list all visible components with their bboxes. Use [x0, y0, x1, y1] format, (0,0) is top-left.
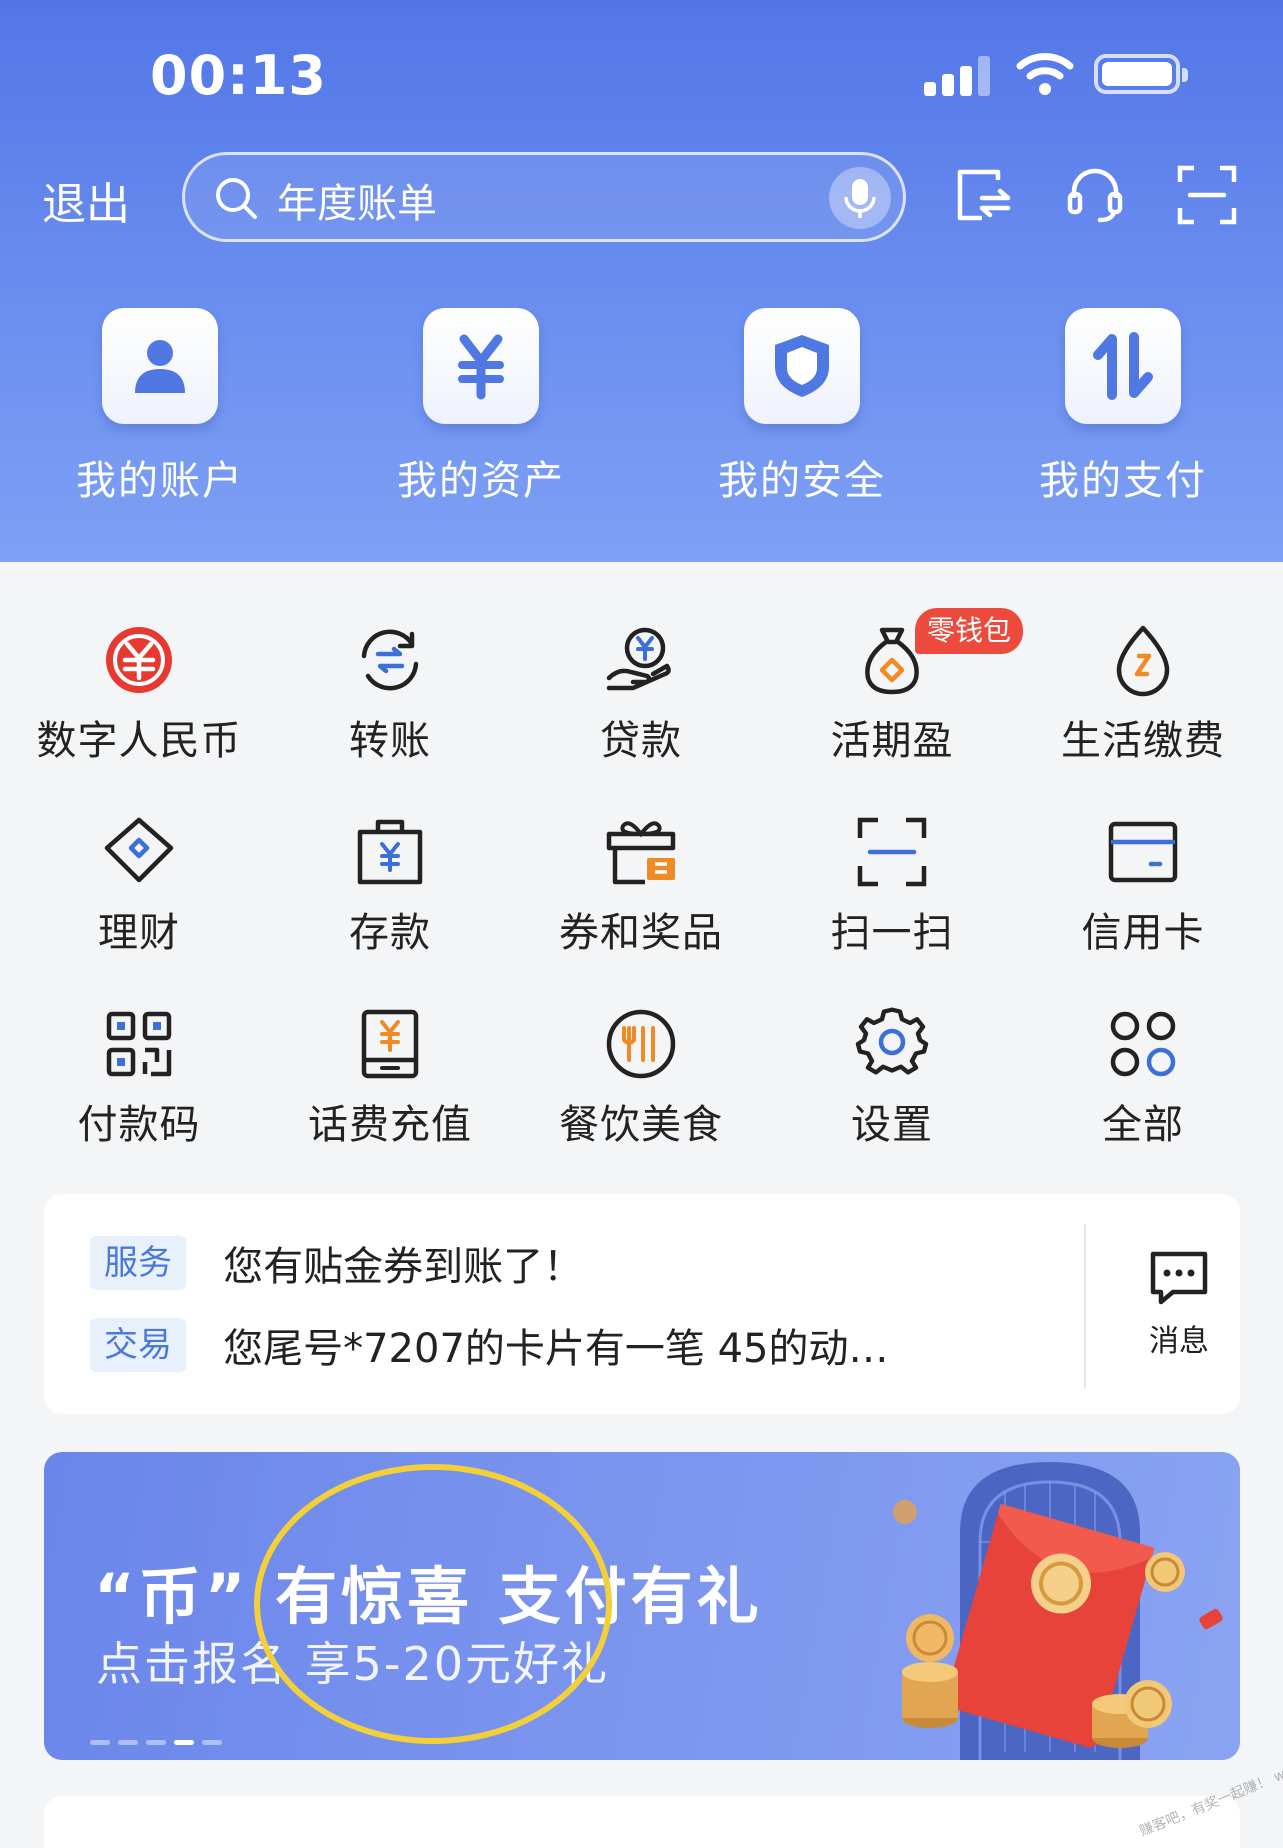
message-icon	[1150, 1251, 1208, 1305]
notice-text: 您有贴金券到账了！	[223, 1244, 584, 1290]
search-input[interactable]: 年度账单	[277, 171, 437, 229]
deposit-icon	[357, 819, 423, 885]
shield-icon	[775, 335, 829, 397]
cellular-signal-icon	[924, 56, 994, 96]
notice-row-transaction[interactable]: 交易 您尾号*7207的卡片有一笔 45的动…	[90, 1316, 889, 1372]
grid-item-coupons[interactable]: 券和奖品	[516, 814, 766, 958]
status-bar: 00:13	[0, 0, 1283, 150]
battery-icon	[1094, 54, 1188, 94]
transfer-arrows-icon	[1093, 332, 1153, 400]
quick-item-my-security[interactable]: 我的安全	[692, 308, 912, 506]
grid-item-all[interactable]: 全部	[1018, 1006, 1268, 1150]
header: 00:13 退出 年度账单 我的账户 我的资产 我的安全 我的支付	[0, 0, 1283, 562]
messages-button[interactable]: 消息	[1124, 1248, 1234, 1360]
grid-item-deposit[interactable]: 存款	[265, 814, 515, 958]
notice-card[interactable]: 服务 您有贴金券到账了！ 交易 您尾号*7207的卡片有一笔 45的动… 消息	[44, 1194, 1240, 1414]
grid-item-settings[interactable]: 设置	[767, 1006, 1017, 1150]
voice-search-button[interactable]	[829, 167, 891, 229]
divider	[1084, 1224, 1086, 1388]
grid-item-credit-card[interactable]: 信用卡	[1018, 814, 1268, 958]
dining-icon	[606, 1009, 676, 1079]
notice-tag: 服务	[90, 1236, 186, 1290]
quick-access-row: 我的账户 我的资产 我的安全 我的支付	[0, 308, 1283, 518]
search-icon	[216, 178, 257, 219]
grid-item-label: 设置	[851, 1102, 933, 1148]
grid-item-label: 话费充值	[308, 1102, 472, 1148]
quick-item-my-assets[interactable]: 我的资产	[371, 308, 591, 506]
grid-item-life-payment[interactable]: 生活缴费	[1018, 622, 1268, 766]
quick-item-label: 我的安全	[718, 458, 886, 504]
grid-item-label: 餐饮美食	[559, 1102, 723, 1148]
grid-item-dining[interactable]: 餐饮美食	[516, 1006, 766, 1150]
quick-item-my-account[interactable]: 我的账户	[50, 308, 270, 506]
grid-item-label: 理财	[98, 910, 180, 956]
highlight-annotation	[254, 1464, 612, 1744]
grid-item-huoqiying[interactable]: 零钱包 活期盈	[767, 608, 1024, 766]
grid-item-label: 存款	[349, 910, 431, 956]
banner-decoration	[893, 1462, 1223, 1760]
search-bar[interactable]: 年度账单	[182, 152, 906, 242]
grid-item-label: 付款码	[77, 1102, 201, 1148]
grid-item-label: 活期盈	[830, 718, 954, 764]
quick-item-label: 我的支付	[1039, 458, 1207, 504]
quick-item-label: 我的资产	[397, 458, 565, 504]
wifi-icon	[1016, 53, 1074, 95]
top-toolbar: 退出 年度账单	[0, 150, 1283, 244]
grid-item-pay-code[interactable]: 付款码	[14, 1006, 264, 1150]
water-drop-icon	[1116, 625, 1170, 697]
notice-text: 您尾号*7207的卡片有一笔 45的动…	[223, 1326, 889, 1372]
promo-banner[interactable]: “币” 有惊喜 支付有礼 点击报名 享5-20元好礼	[44, 1452, 1240, 1760]
diamond-icon	[104, 817, 174, 883]
carousel-indicator	[90, 1730, 230, 1745]
grid-item-label: 信用卡	[1081, 910, 1205, 956]
person-icon	[135, 340, 185, 393]
gift-icon	[606, 821, 676, 885]
credit-card-icon	[1108, 821, 1178, 883]
digital-rmb-icon	[106, 627, 172, 693]
grid-item-loan[interactable]: 贷款	[516, 622, 766, 766]
grid-item-label: 全部	[1102, 1102, 1184, 1148]
microphone-icon	[844, 179, 876, 218]
grid-item-label: 生活缴费	[1061, 718, 1225, 764]
grid-item-label: 扫一扫	[830, 910, 954, 956]
yen-icon	[458, 334, 504, 400]
next-card	[44, 1796, 1240, 1848]
grid-item-label: 数字人民币	[36, 718, 242, 764]
messages-label: 消息	[1149, 1324, 1209, 1359]
grid-item-label: 券和奖品	[559, 910, 723, 956]
grid-item-phone-topup[interactable]: 话费充值	[265, 1006, 515, 1150]
carousel-dot[interactable]	[146, 1740, 166, 1745]
carousel-dot[interactable]	[202, 1740, 222, 1745]
grid-item-label: 贷款	[600, 718, 682, 764]
grid-item-digital-rmb[interactable]: 数字人民币	[14, 622, 264, 766]
customer-service-icon[interactable]	[1064, 164, 1126, 226]
loan-icon	[606, 627, 671, 691]
grid-item-label: 转账	[349, 718, 431, 764]
notice-tag: 交易	[90, 1318, 186, 1372]
service-grid: 数字人民币 转账 贷款 零钱包 活期盈 生活缴费 理财 存款 券和奖品 扫一扫 …	[0, 562, 1283, 1162]
quick-item-label: 我的账户	[76, 458, 244, 504]
phone-topup-icon	[361, 1009, 419, 1079]
carousel-dot[interactable]	[118, 1740, 138, 1745]
grid-item-wealth[interactable]: 理财	[14, 814, 264, 958]
scan-icon	[857, 817, 927, 887]
bill-switch-icon[interactable]	[952, 164, 1014, 226]
qr-code-icon	[106, 1011, 172, 1077]
exit-button[interactable]: 退出	[42, 168, 130, 232]
gear-icon	[855, 1007, 929, 1075]
grid-item-transfer[interactable]: 转账	[265, 622, 515, 766]
grid-item-scan[interactable]: 扫一扫	[767, 814, 1017, 958]
quick-item-my-payment[interactable]: 我的支付	[1013, 308, 1233, 506]
scan-icon[interactable]	[1176, 164, 1238, 226]
wallet-badge: 零钱包	[915, 608, 1024, 654]
all-apps-icon	[1110, 1011, 1176, 1077]
status-time: 00:13	[150, 44, 327, 107]
carousel-dot[interactable]	[174, 1740, 194, 1745]
notice-row-service[interactable]: 服务 您有贴金券到账了！	[90, 1234, 583, 1290]
carousel-dot[interactable]	[90, 1740, 110, 1745]
transfer-icon	[361, 629, 419, 691]
